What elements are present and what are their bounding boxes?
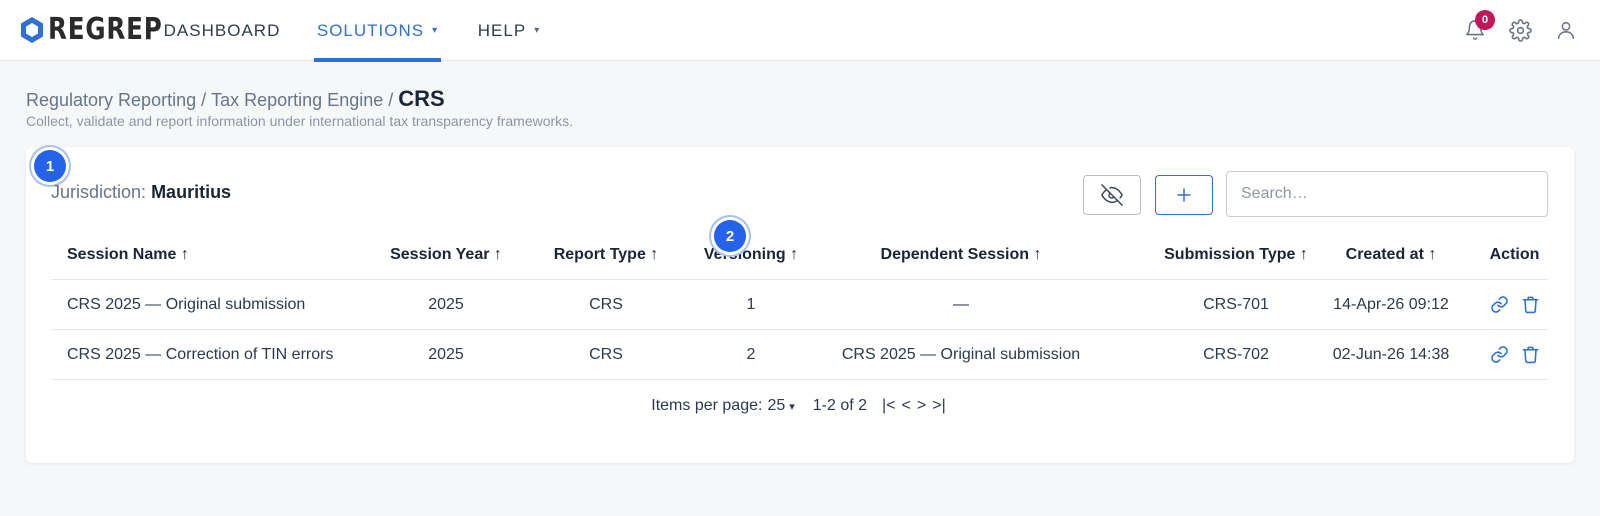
column-header-session-year[interactable]: Session Year ↑ — [371, 230, 521, 279]
page-title: CRS — [398, 86, 445, 111]
chevron-down-icon: ▾ — [534, 25, 541, 36]
cell-action — [1481, 280, 1548, 329]
top-navigation-bar: REGREP DASHBOARD SOLUTIONS ▾ HELP ▾ 0 — [0, 0, 1600, 62]
items-per-page-select[interactable]: Items per page: 25 ▾ — [651, 397, 795, 415]
cell-report-type: CRS — [589, 345, 623, 363]
cell-dependent-session: — — [953, 295, 969, 313]
items-per-page-label: Items per page: — [651, 397, 763, 414]
cell-versioning: 2 — [746, 345, 756, 363]
table-row[interactable]: CRS 2025 — Correction of TIN errors 2025… — [51, 330, 1548, 380]
first-page-button[interactable]: |< — [882, 397, 896, 415]
nav-solutions[interactable]: SOLUTIONS ▾ — [314, 0, 441, 62]
user-menu-button[interactable] — [1552, 16, 1580, 44]
pagination-range: 1-2 of 2 — [812, 397, 868, 414]
cell-session-name: CRS 2025 — Correction of TIN errors — [67, 345, 334, 363]
column-header-report-type[interactable]: Report Type ↑ — [531, 230, 681, 279]
step-badge-1: 1 — [34, 150, 66, 182]
add-session-button[interactable] — [1155, 175, 1213, 215]
cell-created-at: 14-Apr-26 09:12 — [1333, 295, 1449, 313]
trash-icon[interactable] — [1521, 295, 1540, 314]
cell-dependent-session[interactable]: CRS 2025 — Original submission — [811, 330, 1111, 379]
settings-button[interactable] — [1506, 16, 1534, 44]
cell-report-type: CRS — [589, 295, 623, 313]
table-row[interactable]: CRS 2025 — Original submission 2025 CRS … — [51, 280, 1548, 330]
logo-wordmark: REGREP — [48, 12, 163, 47]
pagination: Items per page: 25 ▾ 1-2 of 2 |< < > >| — [26, 397, 1574, 415]
nav-help-label: HELP — [477, 20, 527, 40]
notification-count-badge: 0 — [1475, 10, 1495, 30]
cell-session-year: 2025 — [428, 345, 464, 363]
previous-page-button[interactable]: < — [902, 397, 911, 415]
nav-help[interactable]: HELP ▾ — [476, 0, 542, 61]
items-per-page-value: 25 — [767, 397, 786, 414]
column-header-action: Action — [1489, 245, 1540, 263]
nav-dashboard[interactable]: DASHBOARD — [163, 0, 281, 61]
breadcrumb: Regulatory Reporting / Tax Reporting Eng… — [26, 86, 445, 112]
cell-session-name: CRS 2025 — Original submission — [67, 295, 306, 313]
cell-created-at: 02-Jun-26 14:38 — [1332, 345, 1450, 363]
sessions-card: 1 Jurisdiction: Mauritius Session Name ↑… — [26, 147, 1574, 463]
chevron-down-icon: ▾ — [432, 25, 439, 36]
nav-solutions-label: SOLUTIONS — [316, 20, 425, 40]
eye-off-icon — [1101, 184, 1123, 206]
step-badge-2: 2 — [714, 220, 746, 252]
breadcrumb-separator: / — [388, 90, 394, 110]
jurisdiction-caption: Jurisdiction: — [51, 182, 147, 202]
column-header-versioning[interactable]: Versioning ↑ — [676, 230, 826, 279]
column-header-dependent-session[interactable]: Dependent Session ↑ — [811, 230, 1111, 279]
column-header-session-name[interactable]: Session Name ↑ — [67, 230, 189, 279]
app-logo[interactable]: REGREP — [20, 14, 188, 46]
breadcrumb-item-tax-reporting-engine[interactable]: Tax Reporting Engine — [211, 90, 383, 111]
nav-dashboard-label: DASHBOARD — [163, 20, 281, 40]
last-page-button[interactable]: >| — [932, 397, 946, 415]
search-input[interactable] — [1226, 171, 1548, 217]
cell-versioning: 1 — [746, 295, 756, 313]
trash-icon[interactable] — [1521, 345, 1540, 364]
chevron-down-icon: ▾ — [789, 400, 795, 413]
breadcrumb-separator: / — [201, 90, 207, 110]
user-icon — [1557, 21, 1575, 40]
column-header-created-at[interactable]: Created at ↑ — [1301, 230, 1481, 279]
jurisdiction-label: Jurisdiction: Mauritius — [51, 182, 231, 203]
cell-action — [1481, 330, 1548, 379]
link-icon[interactable] — [1490, 295, 1509, 314]
page-subtitle: Collect, validate and report information… — [26, 113, 574, 129]
next-page-button[interactable]: > — [917, 397, 926, 415]
link-icon[interactable] — [1490, 345, 1509, 364]
plus-icon — [1177, 188, 1191, 202]
cell-session-year: 2025 — [428, 295, 464, 313]
breadcrumb-item-regulatory-reporting[interactable]: Regulatory Reporting — [26, 90, 196, 111]
sessions-table: Session Name ↑ Session Year ↑ Report Typ… — [51, 230, 1548, 380]
toggle-visibility-button[interactable] — [1083, 175, 1141, 215]
hexagon-logo-icon — [21, 17, 43, 43]
gear-icon — [1508, 18, 1532, 42]
jurisdiction-value: Mauritius — [151, 182, 232, 202]
table-header: Session Name ↑ Session Year ↑ Report Typ… — [51, 230, 1548, 280]
